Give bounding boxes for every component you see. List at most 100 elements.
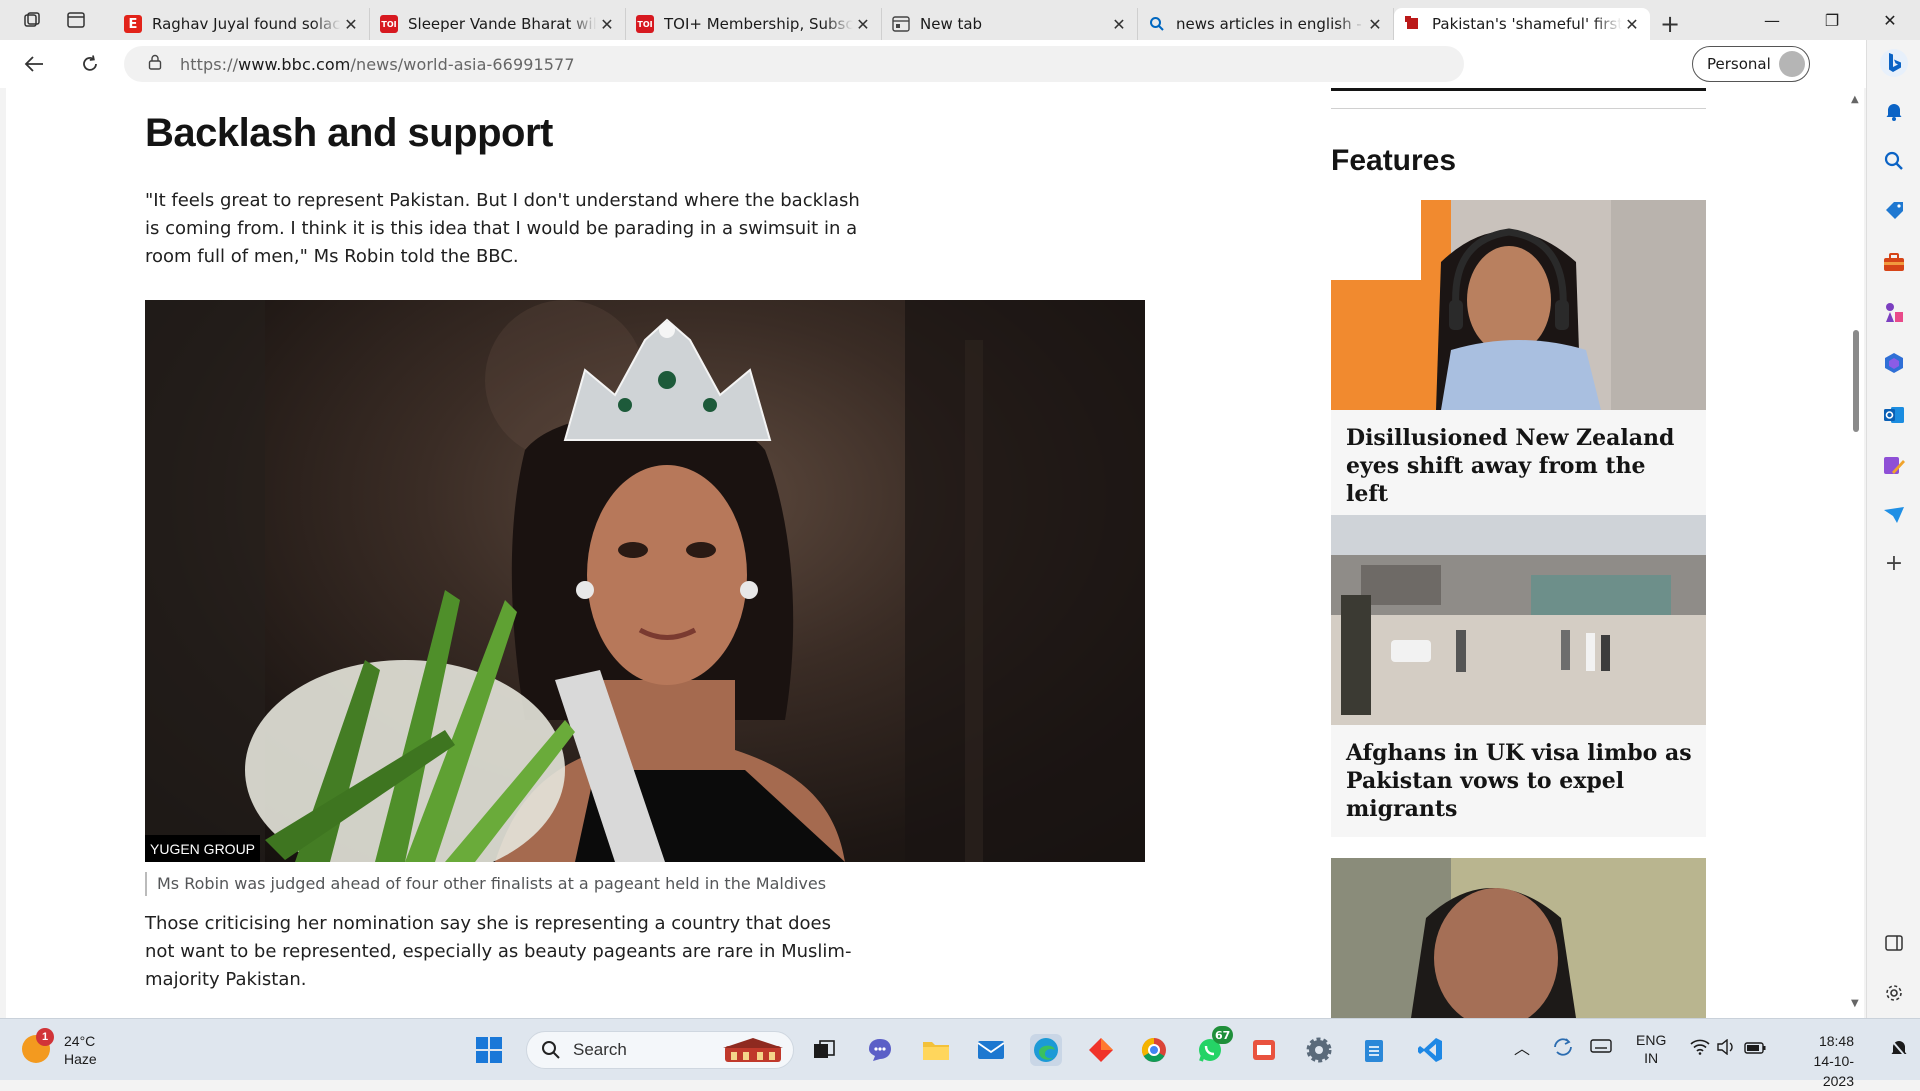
show-hidden-icons[interactable]: ︿: [1514, 1035, 1530, 1059]
tab-strip: E Raghav Juyal found solace in ✕ TOI Sle…: [0, 0, 1920, 40]
close-tab-icon[interactable]: ✕: [853, 15, 873, 34]
back-button[interactable]: [14, 46, 54, 82]
task-view-icon[interactable]: [808, 1034, 840, 1066]
hide-sidebar-icon[interactable]: [1881, 930, 1907, 956]
browser-tab[interactable]: news articles in english - Sea ✕: [1138, 8, 1394, 40]
designer-icon[interactable]: [1881, 452, 1907, 478]
close-tab-icon[interactable]: ✕: [597, 15, 617, 34]
article-paragraph: "It feels great to represent Pakistan. B…: [145, 190, 860, 267]
language-code: ENG: [1636, 1032, 1667, 1048]
notifications-icon[interactable]: [1881, 98, 1907, 124]
volume-icon[interactable]: [1716, 1038, 1736, 1058]
feature-card-image[interactable]: [1331, 858, 1706, 1018]
tab-favicon-toi: TOI: [636, 15, 654, 33]
tab-title: Pakistan's 'shameful' first Mis: [1432, 15, 1622, 33]
feature-card[interactable]: Disillusioned New Zealand eyes shift awa…: [1331, 200, 1706, 522]
weather-temp: 24°C: [64, 1033, 96, 1049]
search-icon[interactable]: [1881, 148, 1907, 174]
bbc-icon: [1404, 15, 1422, 33]
add-sidebar-app-icon[interactable]: +: [1881, 550, 1907, 576]
notepad-icon[interactable]: [1358, 1034, 1390, 1066]
url-text[interactable]: https://www.bbc.com/news/world-asia-6699…: [180, 55, 575, 74]
browser-tab[interactable]: TOI Sleeper Vande Bharat will cha ✕: [370, 8, 626, 40]
edge-app-icon[interactable]: [1030, 1034, 1062, 1066]
navigation-toolbar: https://www.bbc.com/news/world-asia-6699…: [0, 40, 1920, 114]
language-indicator[interactable]: ENG IN: [1636, 1031, 1666, 1067]
article-subheading: Backlash and support: [145, 111, 553, 155]
browser-tab-active[interactable]: Pakistan's 'shameful' first Mis ✕: [1394, 8, 1650, 40]
image-caption: Ms Robin was judged ahead of four other …: [145, 872, 826, 896]
browser-tab[interactable]: New tab ✕: [882, 8, 1138, 40]
close-tab-icon[interactable]: ✕: [341, 15, 361, 34]
tab-favicon-e: E: [124, 15, 142, 33]
image-credit: YUGEN GROUP: [145, 835, 261, 862]
games-icon[interactable]: [1881, 300, 1907, 326]
article-photo: YUGEN GROUP: [145, 300, 1145, 862]
drop-icon[interactable]: [1881, 502, 1907, 528]
minimize-button[interactable]: —: [1742, 0, 1802, 40]
keyboard-icon[interactable]: [1590, 1038, 1612, 1057]
weather-desc: Haze: [64, 1051, 97, 1067]
address-bar[interactable]: https://www.bbc.com/news/world-asia-6699…: [124, 46, 1464, 82]
wifi-icon[interactable]: [1690, 1039, 1710, 1058]
close-tab-icon[interactable]: ✕: [1109, 15, 1129, 34]
teams-chat-icon[interactable]: [864, 1034, 896, 1066]
feature-card-title[interactable]: Afghans in UK visa limbo as Pakistan vow…: [1331, 725, 1706, 837]
profile-button[interactable]: Personal: [1692, 46, 1810, 82]
app-diamond-icon[interactable]: [1085, 1034, 1117, 1066]
browser-tab[interactable]: E Raghav Juyal found solace in ✕: [114, 8, 370, 40]
sidebar-settings-icon[interactable]: [1881, 980, 1907, 1006]
scroll-up-icon[interactable]: ▲: [1851, 94, 1859, 105]
microsoft-365-icon[interactable]: [1881, 350, 1907, 376]
search-icon: [1148, 15, 1166, 33]
close-tab-icon[interactable]: ✕: [1365, 15, 1385, 34]
bing-copilot-icon[interactable]: [1879, 48, 1909, 78]
search-icon: [542, 1041, 560, 1059]
feature-card[interactable]: [1331, 858, 1706, 1018]
tab-actions-icon[interactable]: [56, 0, 96, 40]
file-explorer-icon[interactable]: [920, 1034, 952, 1066]
scroll-down-icon[interactable]: ▼: [1851, 998, 1859, 1009]
article-paragraph: Those criticising her nomination say she…: [145, 913, 852, 990]
clock-date: 14-10-2023: [1813, 1053, 1854, 1089]
search-highlight-icon: [723, 1038, 783, 1062]
region-code: IN: [1644, 1050, 1659, 1066]
tools-icon[interactable]: [1881, 250, 1907, 276]
tab-title: TOI+ Membership, Subscripti: [664, 15, 853, 33]
mail-icon[interactable]: [975, 1034, 1007, 1066]
notification-center-icon[interactable]: [1890, 1039, 1908, 1062]
edge-sidebar: +: [1866, 40, 1920, 1018]
shopping-icon[interactable]: [1881, 198, 1907, 224]
feature-card[interactable]: Afghans in UK visa limbo as Pakistan vow…: [1331, 515, 1706, 837]
weather-alert-badge: 1: [36, 1028, 54, 1046]
outlook-icon[interactable]: [1881, 402, 1907, 428]
clock-time: 18:48: [1818, 1033, 1854, 1049]
vscode-icon[interactable]: [1414, 1034, 1446, 1066]
workspaces-icon[interactable]: [12, 0, 52, 40]
windows-taskbar: 1 24°C Haze Search 67 ︿ ENG IN 18:48 14-…: [0, 1018, 1920, 1089]
start-button[interactable]: [473, 1034, 505, 1066]
close-tab-icon[interactable]: ✕: [1622, 15, 1642, 34]
feature-card-image[interactable]: [1331, 515, 1706, 725]
features-heading: Features: [1331, 144, 1457, 177]
vertical-scrollbar[interactable]: ▲ ▼: [1848, 88, 1864, 1018]
scrollbar-thumb[interactable]: [1853, 330, 1859, 432]
sync-icon[interactable]: [1552, 1037, 1574, 1060]
battery-icon[interactable]: [1744, 1041, 1766, 1057]
feature-card-image[interactable]: [1331, 200, 1706, 410]
refresh-button[interactable]: [70, 46, 110, 82]
new-tab-button[interactable]: +: [1650, 8, 1690, 40]
settings-icon[interactable]: [1303, 1034, 1335, 1066]
restore-button[interactable]: ❐: [1802, 0, 1862, 40]
browser-tab[interactable]: TOI TOI+ Membership, Subscripti ✕: [626, 8, 882, 40]
tab-title: New tab: [920, 15, 983, 33]
whatsapp-icon[interactable]: 67: [1194, 1026, 1234, 1066]
taskbar-search[interactable]: Search: [526, 1031, 794, 1069]
tab-title: news articles in english - Sea: [1176, 15, 1365, 33]
chrome-icon[interactable]: [1138, 1034, 1170, 1066]
lock-icon[interactable]: [148, 54, 170, 74]
clock[interactable]: 18:48 14-10-2023: [1788, 1031, 1854, 1091]
office-app-icon[interactable]: [1248, 1034, 1280, 1066]
feature-card-title[interactable]: Disillusioned New Zealand eyes shift awa…: [1331, 410, 1706, 522]
close-window-button[interactable]: ✕: [1860, 0, 1920, 40]
